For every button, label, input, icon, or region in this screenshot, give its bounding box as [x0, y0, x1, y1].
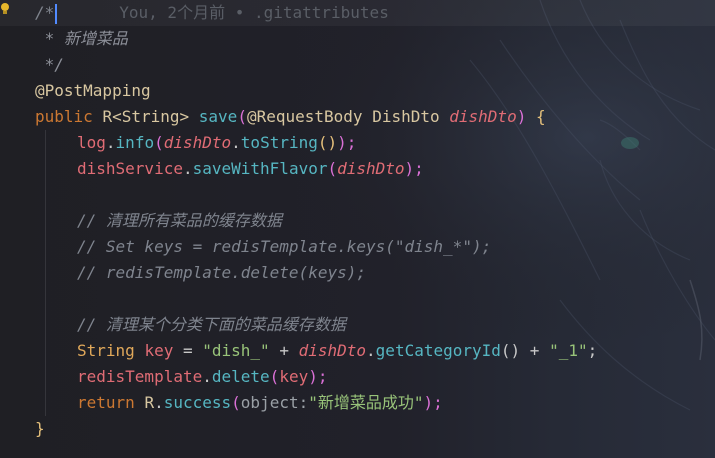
code-line-9[interactable]: // 清理所有菜品的缓存数据 — [0, 208, 282, 234]
open-brace: { — [535, 107, 546, 126]
operator: = — [173, 341, 203, 360]
operator: + — [520, 341, 550, 360]
method-name: save — [198, 107, 238, 126]
code-line-13[interactable]: // 清理某个分类下面的菜品缓存数据 — [0, 312, 346, 338]
code-line-4[interactable]: @PostMapping — [0, 78, 151, 104]
line-comment: // Set keys = redisTemplate.keys("dish_*… — [77, 237, 492, 256]
dot: . — [182, 159, 193, 178]
string-literal: "_1" — [549, 341, 588, 360]
call-parens: () — [500, 341, 521, 360]
var-key: key — [144, 341, 174, 360]
code-line-3[interactable]: */ — [0, 52, 64, 78]
open-paren: ( — [237, 107, 247, 126]
code-line-5[interactable]: public R<String> save(@RequestBody DishD… — [0, 104, 546, 130]
close-paren: ); — [337, 133, 357, 152]
class-r: R — [144, 393, 155, 412]
return-type: R<String> — [102, 107, 190, 126]
code-line-1[interactable]: /* You, 2个月前 • .gitattributes — [0, 0, 715, 26]
field-log: log — [77, 133, 106, 152]
open-paren: ( — [231, 393, 241, 412]
param-type: DishDto — [372, 107, 440, 126]
string-literal: "新增菜品成功" — [308, 393, 424, 412]
string-literal: "dish_" — [202, 341, 270, 360]
close-paren: ) — [516, 107, 527, 126]
code-line-6[interactable]: log.info(dishDto.toString()); — [0, 130, 356, 156]
field-dishservice: dishService — [77, 159, 183, 178]
code-line-15[interactable]: redisTemplate.delete(key); — [0, 364, 327, 390]
line-comment: // 清理所有菜品的缓存数据 — [77, 211, 282, 230]
code-line-10[interactable]: // Set keys = redisTemplate.keys("dish_*… — [0, 234, 491, 260]
dot: . — [202, 367, 212, 386]
git-blame-annotation: You, 2个月前 • .gitattributes — [119, 3, 389, 22]
dot: . — [231, 133, 241, 152]
code-line-7[interactable]: dishService.saveWithFlavor(dishDto); — [0, 156, 424, 182]
dot: . — [366, 341, 376, 360]
comment-close: */ — [35, 55, 64, 74]
code-line-14[interactable]: String key = "dish_" + dishDto.getCatego… — [0, 338, 597, 364]
parameter-hint: object: — [240, 393, 309, 412]
code-line-11[interactable]: // redisTemplate.delete(keys); — [0, 260, 366, 286]
method-tostring: toString — [240, 133, 318, 152]
field-redistemplate: redisTemplate — [77, 367, 203, 386]
close-paren: ); — [404, 159, 424, 178]
annotation-requestbody: @RequestBody — [246, 107, 363, 126]
close-paren: ); — [423, 393, 443, 412]
text-caret — [55, 3, 58, 24]
comment-open: /* — [35, 3, 55, 22]
keyword-public: public — [35, 107, 93, 126]
keyword-return: return — [77, 393, 135, 412]
open-paren: ( — [154, 133, 164, 152]
code-line-16[interactable]: return R.success(object:"新增菜品成功"); — [0, 390, 443, 416]
line-comment: // redisTemplate.delete(keys); — [77, 263, 366, 282]
open-paren: ( — [269, 367, 280, 386]
dot: . — [154, 393, 164, 412]
method-info: info — [115, 133, 155, 152]
param-dishdto: dishDto — [163, 133, 232, 152]
close-paren: ); — [308, 367, 328, 386]
code-line-17[interactable]: } — [0, 416, 45, 442]
operator: + — [269, 341, 299, 360]
semicolon: ; — [587, 341, 598, 360]
method-getcategoryid: getCategoryId — [375, 341, 501, 360]
param-name: dishDto — [449, 107, 517, 126]
dot: . — [105, 133, 116, 152]
code-line-2[interactable]: * 新增菜品 — [0, 26, 128, 52]
var-key: key — [279, 367, 309, 386]
method-savewithflavor: saveWithFlavor — [192, 159, 328, 178]
method-delete: delete — [211, 367, 270, 386]
close-brace: } — [35, 419, 45, 438]
method-success: success — [163, 393, 232, 412]
line-comment: // 清理某个分类下面的菜品缓存数据 — [77, 315, 346, 334]
type-string: String — [77, 341, 135, 360]
open-paren: ( — [327, 159, 338, 178]
param-dishdto: dishDto — [298, 341, 367, 360]
annotation-postmapping: @PostMapping — [35, 81, 151, 100]
code-editor[interactable]: /* You, 2个月前 • .gitattributes * 新增菜品 */ @… — [0, 0, 715, 458]
param-dishdto: dishDto — [337, 159, 405, 178]
doc-comment: * 新增菜品 — [35, 29, 128, 48]
call-parens: () — [317, 133, 338, 152]
